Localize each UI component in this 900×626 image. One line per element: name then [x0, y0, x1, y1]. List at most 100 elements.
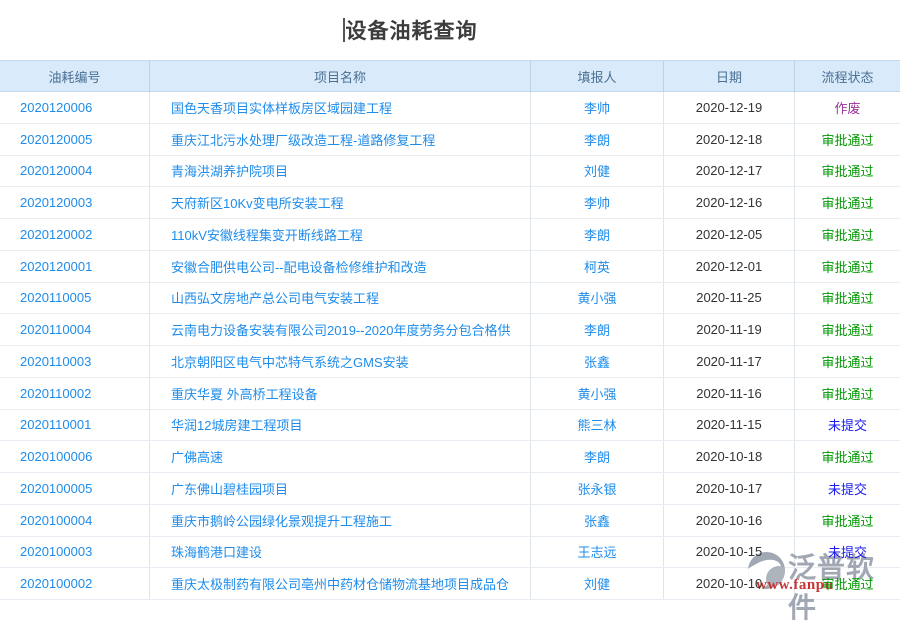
header-date: 日期	[664, 61, 795, 91]
status-badge: 审批通过	[795, 314, 900, 345]
status-badge: 审批通过	[795, 156, 900, 187]
project-name-link[interactable]: 重庆市鹅岭公园绿化景观提升工程施工	[150, 505, 531, 536]
project-name-link[interactable]: 珠海鹤港口建设	[150, 537, 531, 568]
status-badge: 审批通过	[795, 124, 900, 155]
project-name-link[interactable]: 广东佛山碧桂园项目	[150, 473, 531, 504]
status-badge: 审批通过	[795, 219, 900, 250]
fuel-record-id-link[interactable]: 2020110004	[0, 314, 150, 345]
reporter-link[interactable]: 黄小强	[531, 378, 664, 409]
project-name-link[interactable]: 天府新区10Kv变电所安装工程	[150, 187, 531, 218]
status-badge: 审批通过	[795, 187, 900, 218]
project-name-link[interactable]: 广佛高速	[150, 441, 531, 472]
reporter-link[interactable]: 李帅	[531, 92, 664, 123]
status-badge: 审批通过	[795, 346, 900, 377]
reporter-link[interactable]: 李帅	[531, 187, 664, 218]
date-text: 2020-11-17	[664, 346, 795, 377]
status-badge: 审批通过	[795, 568, 900, 599]
fuel-record-id-link[interactable]: 2020120004	[0, 156, 150, 187]
reporter-link[interactable]: 李朗	[531, 219, 664, 250]
fuel-record-id-link[interactable]: 2020110002	[0, 378, 150, 409]
date-text: 2020-11-15	[664, 410, 795, 441]
date-text: 2020-12-16	[664, 187, 795, 218]
table-body: 2020120006 国色天香项目实体样板房区域园建工程 李帅 2020-12-…	[0, 92, 900, 600]
fuel-record-id-link[interactable]: 2020110003	[0, 346, 150, 377]
project-name-link[interactable]: 110kV安徽线程集变开断线路工程	[150, 219, 531, 250]
reporter-link[interactable]: 王志远	[531, 537, 664, 568]
date-text: 2020-12-17	[664, 156, 795, 187]
fuel-record-id-link[interactable]: 2020120002	[0, 219, 150, 250]
date-text: 2020-12-18	[664, 124, 795, 155]
fuel-record-id-link[interactable]: 2020100003	[0, 537, 150, 568]
project-name-link[interactable]: 青海洪湖养护院项目	[150, 156, 531, 187]
title-bar: 设备油耗查询	[0, 0, 900, 60]
fuel-record-id-link[interactable]: 2020100004	[0, 505, 150, 536]
reporter-link[interactable]: 李朗	[531, 441, 664, 472]
date-text: 2020-11-16	[664, 378, 795, 409]
table-row: 2020110002 重庆华夏 外高桥工程设备 黄小强 2020-11-16 审…	[0, 378, 900, 410]
table-row: 2020100006 广佛高速 李朗 2020-10-18 审批通过	[0, 441, 900, 473]
table-row: 2020100005 广东佛山碧桂园项目 张永银 2020-10-17 未提交	[0, 473, 900, 505]
fuel-record-id-link[interactable]: 2020120005	[0, 124, 150, 155]
status-badge: 未提交	[795, 473, 900, 504]
status-badge: 审批通过	[795, 251, 900, 282]
project-name-link[interactable]: 华润12城房建工程项目	[150, 410, 531, 441]
table-row: 2020120002 110kV安徽线程集变开断线路工程 李朗 2020-12-…	[0, 219, 900, 251]
table-row: 2020110001 华润12城房建工程项目 熊三林 2020-11-15 未提…	[0, 410, 900, 442]
table-row: 2020110003 北京朝阳区电气中芯特气系统之GMS安装 张鑫 2020-1…	[0, 346, 900, 378]
status-badge: 审批通过	[795, 283, 900, 314]
date-text: 2020-10-16	[664, 505, 795, 536]
project-name-link[interactable]: 重庆华夏 外高桥工程设备	[150, 378, 531, 409]
fuel-record-id-link[interactable]: 2020110005	[0, 283, 150, 314]
fuel-record-id-link[interactable]: 2020110001	[0, 410, 150, 441]
project-name-link[interactable]: 重庆太极制药有限公司亳州中药材仓储物流基地项目成品仓	[150, 568, 531, 599]
project-name-link[interactable]: 安徽合肥供电公司--配电设备检修维护和改造	[150, 251, 531, 282]
reporter-link[interactable]: 张永银	[531, 473, 664, 504]
header-fuel-id: 油耗编号	[0, 61, 150, 91]
project-name-link[interactable]: 重庆江北污水处理厂级改造工程-道路修复工程	[150, 124, 531, 155]
fuel-consumption-table: 油耗编号 项目名称 填报人 日期 流程状态 2020120006 国色天香项目实…	[0, 60, 900, 600]
date-text: 2020-12-01	[664, 251, 795, 282]
table-row: 2020100004 重庆市鹅岭公园绿化景观提升工程施工 张鑫 2020-10-…	[0, 505, 900, 537]
date-text: 2020-12-05	[664, 219, 795, 250]
reporter-link[interactable]: 张鑫	[531, 346, 664, 377]
date-text: 2020-10-18	[664, 441, 795, 472]
table-row: 2020110004 云南电力设备安装有限公司2019--2020年度劳务分包合…	[0, 314, 900, 346]
fuel-record-id-link[interactable]: 2020120003	[0, 187, 150, 218]
project-name-link[interactable]: 国色天香项目实体样板房区域园建工程	[150, 92, 531, 123]
reporter-link[interactable]: 刘健	[531, 568, 664, 599]
reporter-link[interactable]: 刘健	[531, 156, 664, 187]
reporter-link[interactable]: 张鑫	[531, 505, 664, 536]
header-status: 流程状态	[795, 61, 900, 91]
table-row: 2020120006 国色天香项目实体样板房区域园建工程 李帅 2020-12-…	[0, 92, 900, 124]
page-title: 设备油耗查询	[343, 15, 478, 45]
table-header-row: 油耗编号 项目名称 填报人 日期 流程状态	[0, 60, 900, 92]
status-badge: 未提交	[795, 537, 900, 568]
table-row: 2020110005 山西弘文房地产总公司电气安装工程 黄小强 2020-11-…	[0, 283, 900, 315]
status-badge: 审批通过	[795, 378, 900, 409]
reporter-link[interactable]: 李朗	[531, 314, 664, 345]
header-project-name: 项目名称	[150, 61, 531, 91]
date-text: 2020-10-17	[664, 473, 795, 504]
fuel-record-id-link[interactable]: 2020120001	[0, 251, 150, 282]
reporter-link[interactable]: 柯英	[531, 251, 664, 282]
table-row: 2020120005 重庆江北污水处理厂级改造工程-道路修复工程 李朗 2020…	[0, 124, 900, 156]
text-cursor	[343, 18, 345, 42]
project-name-link[interactable]: 北京朝阳区电气中芯特气系统之GMS安装	[150, 346, 531, 377]
status-badge: 审批通过	[795, 505, 900, 536]
status-badge: 作废	[795, 92, 900, 123]
reporter-link[interactable]: 黄小强	[531, 283, 664, 314]
reporter-link[interactable]: 李朗	[531, 124, 664, 155]
date-text: 2020-11-19	[664, 314, 795, 345]
project-name-link[interactable]: 云南电力设备安装有限公司2019--2020年度劳务分包合格供	[150, 314, 531, 345]
reporter-link[interactable]: 熊三林	[531, 410, 664, 441]
table-row: 2020100002 重庆太极制药有限公司亳州中药材仓储物流基地项目成品仓 刘健…	[0, 568, 900, 600]
table-row: 2020120001 安徽合肥供电公司--配电设备检修维护和改造 柯英 2020…	[0, 251, 900, 283]
status-badge: 审批通过	[795, 441, 900, 472]
date-text: 2020-10-15	[664, 537, 795, 568]
fuel-record-id-link[interactable]: 2020120006	[0, 92, 150, 123]
fuel-record-id-link[interactable]: 2020100006	[0, 441, 150, 472]
fuel-record-id-link[interactable]: 2020100002	[0, 568, 150, 599]
project-name-link[interactable]: 山西弘文房地产总公司电气安装工程	[150, 283, 531, 314]
fuel-record-id-link[interactable]: 2020100005	[0, 473, 150, 504]
table-row: 2020100003 珠海鹤港口建设 王志远 2020-10-15 未提交	[0, 537, 900, 569]
